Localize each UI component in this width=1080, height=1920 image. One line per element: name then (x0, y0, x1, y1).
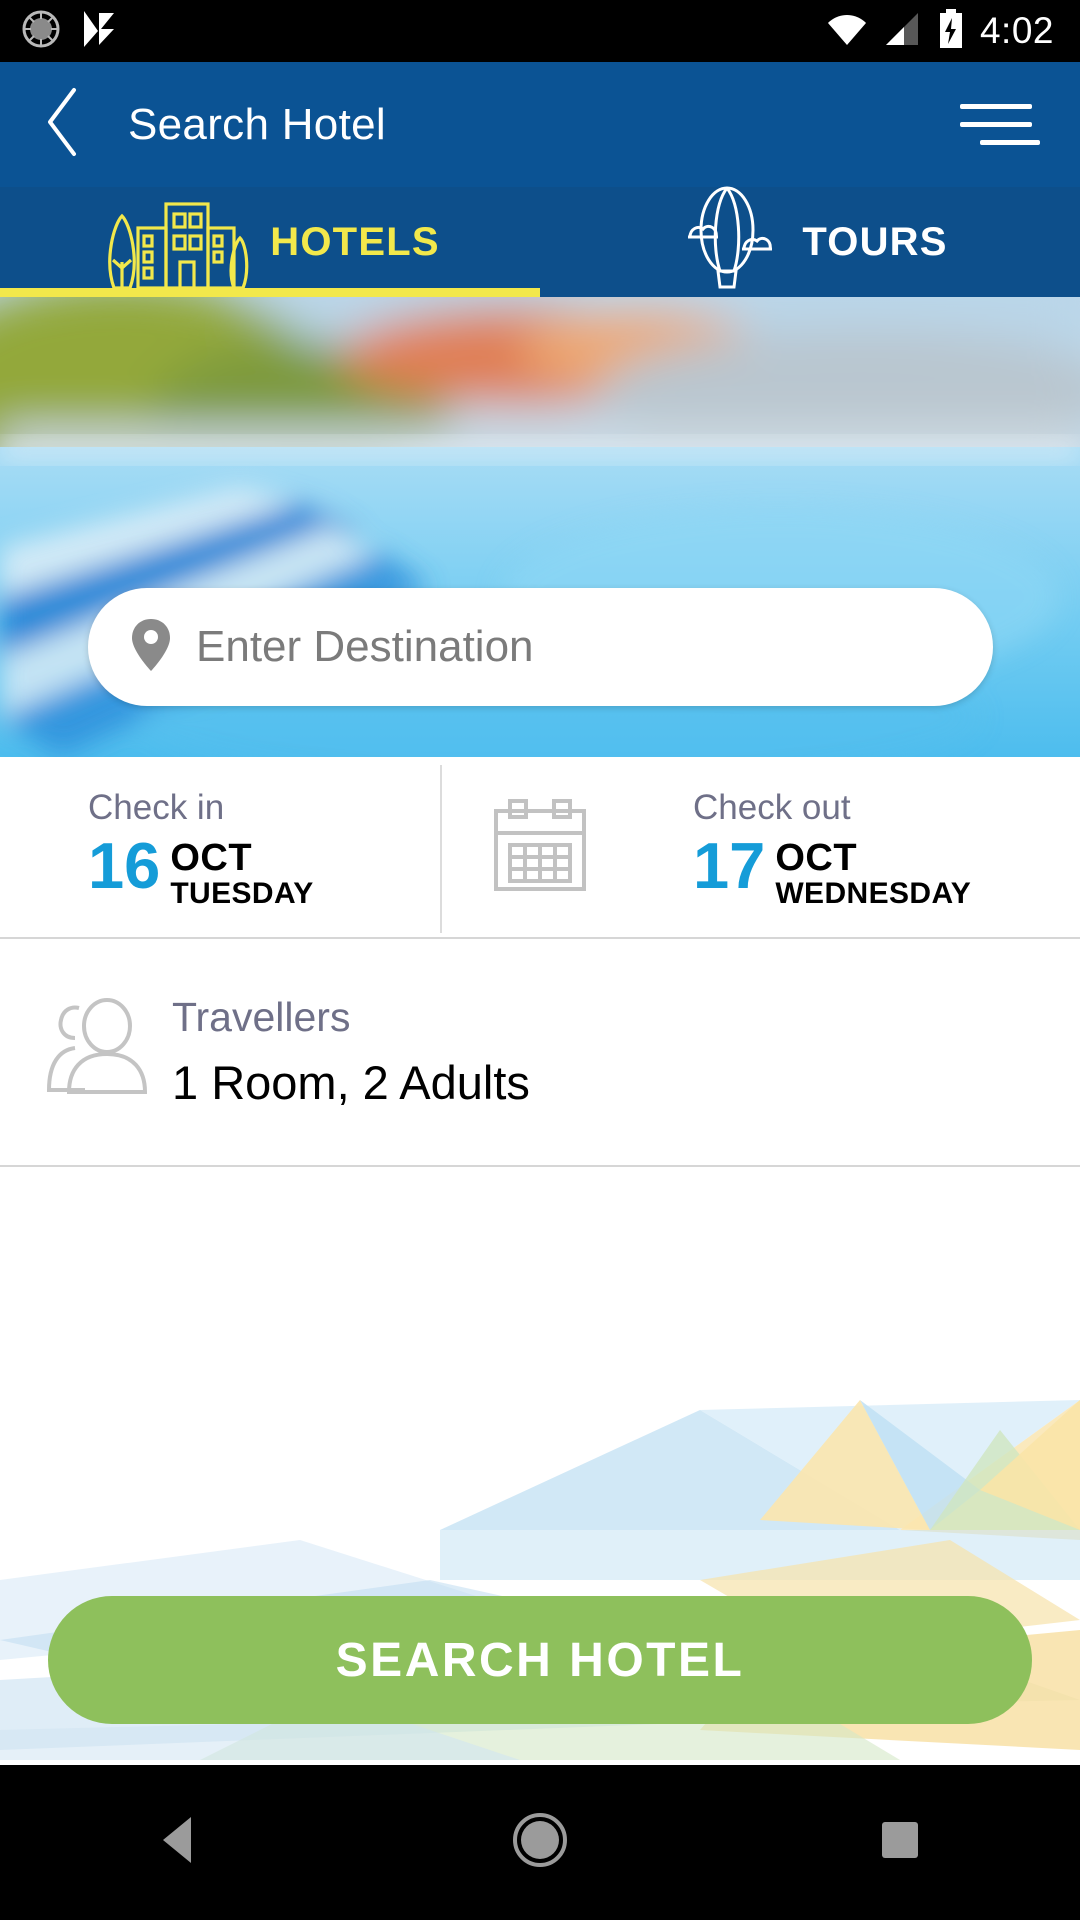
tab-hotels-label: HOTELS (270, 219, 440, 264)
tab-active-indicator (0, 288, 540, 297)
check-in-label: Check in (88, 788, 225, 828)
nav-recents-square-icon (878, 1818, 922, 1867)
hamburger-menu-icon[interactable] (960, 89, 1040, 161)
tab-bar: HOTELS TOURS (0, 185, 1080, 300)
travellers-label: Travellers (172, 994, 351, 1040)
search-hotel-button[interactable]: SEARCH HOTEL (48, 1596, 1032, 1724)
location-pin-icon (130, 617, 172, 678)
check-in-day: 16 (88, 829, 161, 903)
dates-row: Check in 16 OCT TUESDAY Check out 17 OCT… (0, 757, 1080, 939)
status-bar-right-icons: 4:02 (826, 8, 1080, 54)
chevron-left-icon (42, 86, 86, 163)
tab-hotels[interactable]: HOTELS (0, 187, 540, 297)
back-button[interactable] (18, 79, 110, 171)
battery-charging-icon (938, 8, 964, 54)
check-out-label: Check out (693, 788, 851, 828)
tab-tours[interactable]: TOURS (540, 185, 1080, 300)
app-screen: 4:02 Search Hotel HOTELS TOURS Enter Des… (0, 0, 1080, 1920)
android-navigation-bar (0, 1765, 1080, 1920)
nav-recents-button[interactable] (825, 1793, 975, 1893)
wifi-icon (826, 11, 868, 52)
travellers-text: Travellers 1 Room, 2 Adults (172, 994, 530, 1110)
destination-search-field[interactable]: Enter Destination (88, 588, 993, 706)
check-out-value: 17 OCT WEDNESDAY (693, 829, 1080, 912)
nav-home-button[interactable] (465, 1793, 615, 1893)
cellular-signal-icon (884, 11, 922, 52)
calendar-icon (488, 793, 592, 902)
search-hotel-button-label: SEARCH HOTEL (335, 1633, 745, 1687)
travellers-row[interactable]: Travellers 1 Room, 2 Adults (0, 939, 1080, 1167)
travellers-people-icon (41, 997, 161, 1107)
check-in-value: 16 OCT TUESDAY (88, 829, 475, 912)
check-out-cell[interactable]: Check out 17 OCT WEDNESDAY (605, 757, 1080, 937)
check-in-cell[interactable]: Check in 16 OCT TUESDAY (0, 757, 475, 937)
status-bar-left-icons (0, 9, 118, 54)
travellers-value: 1 Room, 2 Adults (172, 1056, 530, 1109)
search-input[interactable]: Enter Destination (196, 622, 534, 672)
page-title: Search Hotel (128, 99, 386, 149)
nav-home-circle-icon (512, 1812, 568, 1873)
hotel-building-icon (100, 190, 250, 295)
sync-icon (22, 10, 60, 53)
nav-back-triangle-icon (157, 1815, 203, 1870)
travellers-icon-container (0, 997, 172, 1107)
app-notification-icon (82, 9, 118, 54)
app-bar: Search Hotel (0, 62, 1080, 187)
check-in-month: OCT (170, 837, 253, 880)
calendar-icon-container[interactable] (475, 757, 605, 937)
dates-vertical-divider (440, 765, 442, 933)
check-out-weekday: WEDNESDAY (775, 877, 972, 911)
nav-back-button[interactable] (105, 1793, 255, 1893)
hot-air-balloon-icon (672, 185, 782, 300)
check-out-day: 17 (693, 829, 766, 903)
check-out-month: OCT (775, 837, 858, 880)
status-bar: 4:02 (0, 0, 1080, 62)
check-in-weekday: TUESDAY (170, 877, 314, 911)
status-bar-clock: 4:02 (979, 10, 1054, 51)
tab-tours-label: TOURS (802, 219, 948, 264)
